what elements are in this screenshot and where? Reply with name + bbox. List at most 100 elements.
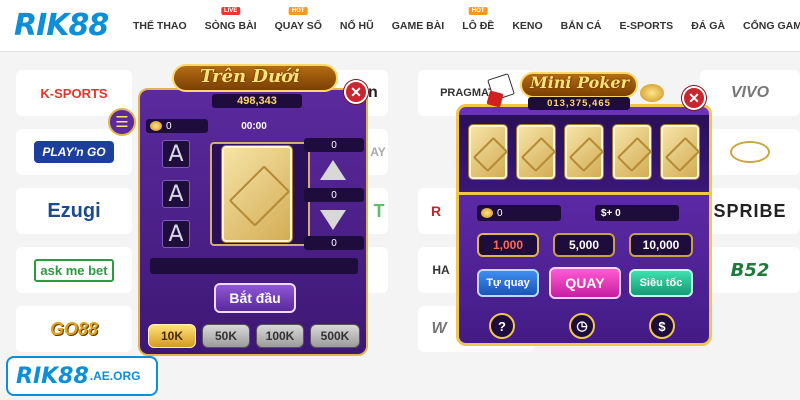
provider-label: AY [370,145,386,159]
coin-icon [150,121,162,131]
provider-ezugi[interactable]: Ezugi [16,188,132,234]
arrow-down-icon[interactable] [320,210,346,230]
help-button[interactable]: ? [489,313,515,339]
mini-poker-close-button[interactable]: ✕ [682,86,706,110]
timer: 00:00 [241,120,267,132]
site-logo[interactable]: RIK88 [14,8,109,43]
menu-button[interactable]: ☰ [108,108,136,136]
auto-spin-button[interactable]: Tự quay [477,269,539,297]
nav-label: CỔNG GAME [743,20,800,32]
watermark-badge: RIK88 .AE.ORG [6,356,158,396]
bet-5000-button[interactable]: 5,000 [553,233,615,257]
provider-label: T [373,200,385,221]
close-icon: ✕ [350,83,362,100]
watermark-brand: RIK88 [16,363,89,389]
watermark-domain: .AE.ORG [89,369,141,383]
tren-duoi-window: 0 00:00 A A A 0 0 0 Bắt đầu 10K 50K 100K… [138,88,368,356]
nav-label: ĐÁ GÀ [691,20,726,32]
nav-label: GAME BÀI [391,20,445,32]
bet-100k-button[interactable]: 100K [256,324,304,348]
nav-label: QUAY SỐ [274,20,322,32]
start-button[interactable]: Bắt đầu [214,283,296,313]
balance-value: 0 [497,207,503,219]
provider-b52[interactable]: B52 [700,247,800,293]
nav-badge: HOT [288,7,308,15]
bet-10k-button[interactable]: 10K [148,324,196,348]
provider-label: R [430,203,442,219]
nav-badge: LIVE [220,7,241,15]
coin-icon [481,208,493,218]
mini-poker-title: Mini Poker [530,73,630,92]
provider-label: GO88 [49,318,99,339]
nav-label: THỂ THAO [133,20,187,32]
screen: RIK88 THỂ THAO SÒNG BÀI LIVE QUAY SỐ HOT NỔ H… [0,0,800,400]
nav-item-4[interactable]: NỔ HŨ [331,20,383,32]
equal-count: 0 [304,188,364,202]
nav-item-1[interactable]: THỂ THAO [124,20,196,32]
provider-vivo[interactable]: VIVO [700,70,800,116]
nav-label: E-SPORTS [619,20,674,32]
bet-10000-button[interactable]: 10,000 [629,233,693,257]
close-icon: ✕ [688,89,700,106]
nav-item-11[interactable]: CỔNG GAME [734,20,800,32]
provider-spribe[interactable]: SPRIBE [700,188,800,234]
nav-label: BẮN CÁ [560,20,602,32]
nav-item-9[interactable]: E-SPORTS [611,20,683,32]
main-card-back[interactable] [222,146,292,242]
nav-item-6[interactable]: LÔ ĐỀ HOT [453,7,503,32]
provider-label: HA [432,263,450,277]
ranking-button[interactable]: $ [649,313,675,339]
nav-label: SÒNG BÀI [204,20,257,32]
higher-count: 0 [304,138,364,152]
bet-500k-button[interactable]: 500K [310,324,360,348]
provider-go88[interactable]: GO88 [16,306,132,352]
money-bag-icon: $ [658,318,666,334]
tren-duoi-jackpot: 498,343 [212,94,302,108]
provider-label: ask me bet [34,258,114,282]
arrow-up-icon[interactable] [320,160,346,180]
mini-poker-jackpot: 013,375,465 [528,97,630,110]
history-button[interactable]: ◷ [569,313,595,339]
nav-item-10[interactable]: ĐÁ GÀ [682,20,734,32]
gold-coins-icon [640,84,664,102]
poker-card-1 [469,125,507,179]
mini-balance: 0 [477,205,561,221]
nav-item-8[interactable]: BẮN CÁ [552,20,611,32]
provider-label: Ezugi [47,199,101,222]
nav-item-7[interactable]: KENO [503,20,551,32]
poker-card-5 [661,125,699,179]
tren-duoi-close-button[interactable]: ✕ [344,80,368,104]
history-card-2: A [162,180,190,208]
nav-item-5[interactable]: GAME BÀI [383,20,454,32]
provider-label: VIVO [730,84,770,101]
mini-poker-window: 0 $+ 0 1,000 5,000 10,000 Tự quay QUAY S… [456,104,712,346]
provider-tile-far-2[interactable] [700,129,800,175]
mini-win: $+ 0 [595,205,679,221]
top-navbar: RIK88 THỂ THAO SÒNG BÀI LIVE QUAY SỐ HOT NỔ H… [0,0,800,52]
bet-1000-button[interactable]: 1,000 [477,233,539,257]
history-card-1: A [162,140,190,168]
provider-label: B52 [730,259,770,281]
provider-label: PLAY'n GO [34,141,114,163]
nav-item-3[interactable]: QUAY SỐ HOT [266,7,331,32]
menu-icon: ☰ [115,114,129,131]
balance-value: 0 [166,120,172,132]
nav-item-2[interactable]: SÒNG BÀI LIVE [196,7,266,32]
poker-card-3 [565,125,603,179]
provider-label: K-SPORTS [40,85,108,101]
nav-label: LÔ ĐỀ [462,20,495,32]
nav-badge: HOT [468,7,488,15]
main-nav: THỂ THAO SÒNG BÀI LIVE QUAY SỐ HOT NỔ HŨ GAME … [124,0,800,52]
poker-card-2 [517,125,555,179]
question-icon: ? [498,318,506,334]
provider-emblem-icon [730,141,770,163]
info-bar [150,258,358,274]
turbo-spin-button[interactable]: Siêu tốc [629,269,693,297]
bet-50k-button[interactable]: 50K [202,324,250,348]
balance-display: 0 [146,119,208,133]
provider-playngo[interactable]: PLAY'n GO [16,129,132,175]
spin-button[interactable]: QUAY [549,267,621,299]
tren-duoi-title: Trên Dưới [200,66,300,87]
nav-label: KENO [512,20,543,32]
provider-askmebet[interactable]: ask me bet [16,247,132,293]
